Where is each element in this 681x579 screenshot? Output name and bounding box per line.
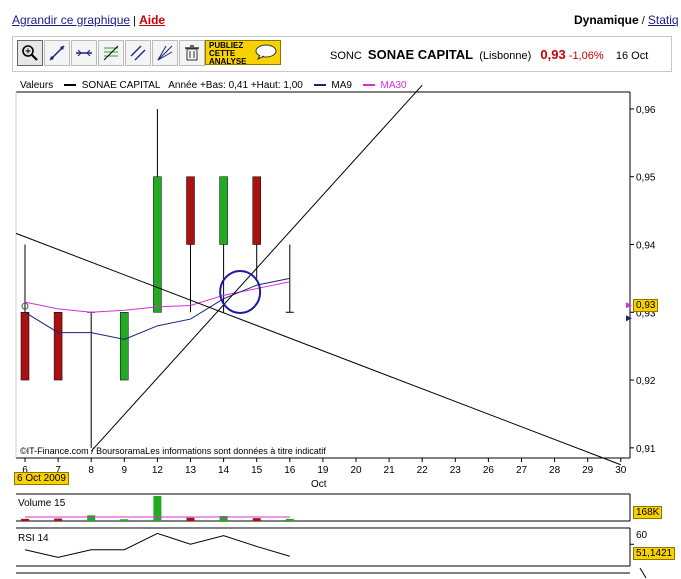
last-price-label: 0,93 [633, 299, 659, 312]
x-tick-label: 22 [417, 465, 429, 476]
trendline [90, 84, 423, 452]
y-tick-label: 0,94 [636, 241, 656, 252]
candle-body [153, 176, 162, 313]
x-tick-label: 23 [450, 465, 462, 476]
volume-bar [21, 518, 29, 521]
x-tick-label: 21 [384, 465, 396, 476]
candle-body [120, 312, 129, 381]
x-tick-label: 12 [152, 465, 164, 476]
volume-bar [54, 518, 63, 521]
month-label: Oct [311, 479, 327, 490]
trendline [15, 232, 621, 466]
candle-body [186, 176, 195, 245]
x-tick-label: 8 [88, 465, 94, 476]
x-tick-label: 9 [122, 465, 128, 476]
volume-bar [252, 518, 261, 521]
volume-panel-title: Volume 15 [18, 498, 66, 509]
x-tick-label: 27 [516, 465, 528, 476]
candle-body [252, 176, 261, 245]
x-tick-label: 13 [185, 465, 197, 476]
last-rsi-label: 51,1421 [633, 547, 676, 560]
y-tick-label: 0,92 [636, 376, 656, 387]
volume-bar [120, 519, 129, 521]
volume-chart [16, 493, 631, 522]
y-tick-label: 0,91 [636, 444, 656, 455]
volume-bar [285, 518, 294, 521]
x-tick-label: 15 [251, 465, 263, 476]
x-tick-label: 19 [317, 465, 329, 476]
copyright-icon: © [20, 446, 27, 456]
x-tick-label: 14 [218, 465, 230, 476]
price-chart: 0,960,950,940,930,920,916 7 8 9 12 13 14 15 16 19… [15, 84, 656, 476]
x-tick-label: 26 [483, 465, 495, 476]
x-tick-label: 30 [615, 465, 627, 476]
ma9-axis-marker [626, 315, 632, 322]
x-tick-label: 16 [284, 465, 296, 476]
x-tick-label: 29 [582, 465, 594, 476]
x-tick-label: 20 [350, 465, 362, 476]
candle-body [219, 176, 228, 245]
credit-text: IT-Finance.com / BoursoramaLes informati… [26, 446, 326, 456]
y-tick-label: 0,96 [636, 105, 656, 116]
rsi-panel-title: RSI 14 [18, 533, 49, 544]
ma30-axis-marker [626, 302, 632, 309]
chart-canvas: 0,960,950,940,930,920,916 7 8 9 12 13 14 15 16 19… [15, 84, 656, 579]
bottom-panel-marker [639, 567, 647, 579]
rsi-chart [16, 527, 647, 579]
last-volume-label: 168K [633, 506, 663, 519]
rsi-line [24, 532, 290, 558]
x-tick-label: 28 [549, 465, 561, 476]
volume-bar [186, 517, 195, 521]
y-tick-label: 0,95 [636, 173, 656, 184]
data-credit: ©IT-Finance.com / BoursoramaLes informat… [20, 446, 326, 456]
candle-body [53, 312, 63, 381]
rsi-tick-60: 60 [636, 530, 648, 541]
candle-body [20, 312, 30, 381]
start-date-label: 6 Oct 2009 [14, 472, 69, 485]
volume-bar [87, 515, 96, 521]
